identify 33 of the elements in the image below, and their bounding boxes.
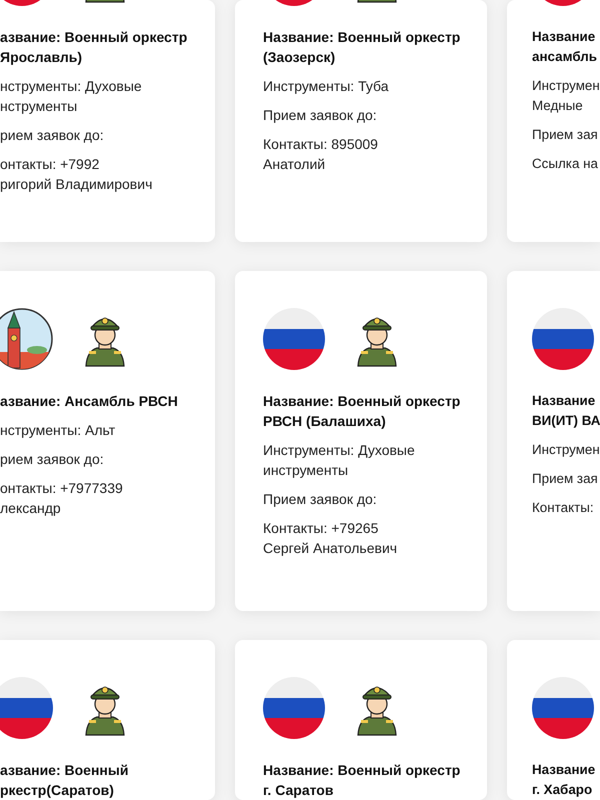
card-title: азвание: Ансамбль РВСН: [0, 392, 179, 411]
card-title: Название ансамбль: [532, 28, 598, 66]
card-info-text: рием заявок до:: [0, 126, 105, 145]
card-info-text: рием заявок до:: [0, 450, 105, 469]
card-title: Название: Военный оркестр (Заозерск): [263, 28, 462, 67]
flag-icon: [532, 677, 594, 739]
card-info-text: Инструмен: [532, 441, 600, 459]
card-info-text: Прием заявок до:: [263, 490, 378, 509]
flag-icon: [263, 308, 325, 370]
card-info-text: Инструмен Медные: [532, 77, 600, 115]
card-title: Название г. Хабаро: [532, 761, 596, 799]
flag-icon: [263, 677, 325, 739]
card-title: азвание: Военный оркестр Ярославль): [0, 28, 188, 67]
card-title: Название ВИ(ИТ) ВА: [532, 392, 600, 430]
card-title: Название: Военный оркестр РВСН (Балашиха): [263, 392, 462, 431]
card-info-text: нструменты: Альт: [0, 421, 116, 440]
card-info-text: онтакты: +7992 ригорий Владимирович: [0, 155, 154, 194]
kremlin-tower-icon: [0, 308, 53, 370]
card-info-text: нструменты: Духовые нструменты: [0, 77, 143, 116]
card-info-text: Прием заявок до:: [263, 106, 378, 125]
flag-icon: [532, 308, 594, 370]
card-info-text: Контакты:: [532, 499, 595, 517]
card-title: азвание: Военный ркестр(Саратов): [0, 761, 130, 800]
flag-icon: [0, 677, 53, 739]
card-info-text: Контакты: 895009 Анатолий: [263, 135, 379, 174]
card-info-text: Контакты: +79265 Сергей Анатольевич: [263, 519, 398, 558]
card-info-text: Прием зая: [532, 470, 599, 488]
card-info-text: Прием зая: [532, 126, 599, 144]
card-info-text: Инструменты: Туба: [263, 77, 390, 96]
card-info-text: онтакты: +7977339 лександр: [0, 479, 124, 518]
card-info-text: Инструменты: Духовые инструменты: [263, 441, 416, 480]
card-info-text: Ссылка на: [532, 155, 599, 173]
card-title: Название: Военный оркестр г. Саратов: [263, 761, 462, 800]
